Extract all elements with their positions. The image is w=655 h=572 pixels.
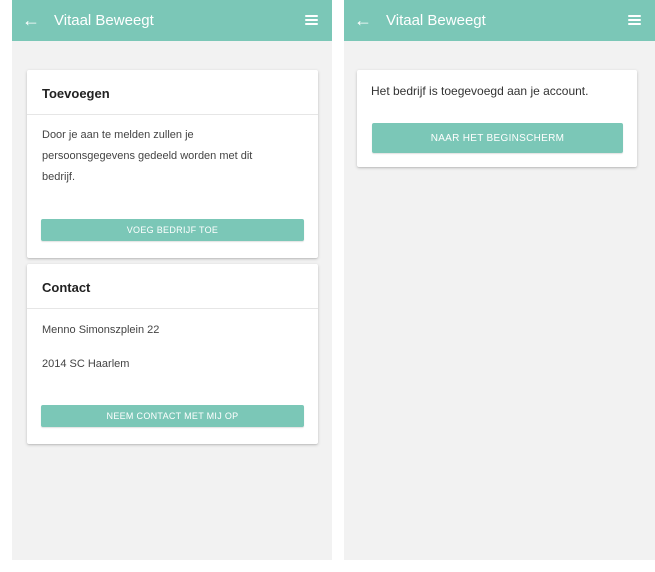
add-company-screen: ← Vitaal Beweegt Toevoegen Door je aan t…	[12, 0, 332, 560]
address: Menno Simonszplein 22 2014 SC Haarlem	[27, 309, 318, 375]
home-screen-button[interactable]: NAAR HET BEGINSCHERM	[372, 123, 623, 153]
confirmation-screen: ← Vitaal Beweegt Het bedrijf is toegevoe…	[344, 0, 655, 560]
add-company-card: Toevoegen Door je aan te melden zullen j…	[27, 70, 318, 258]
app-title: Vitaal Beweegt	[386, 12, 486, 29]
card-title: Contact	[27, 264, 318, 309]
confirmation-card: Het bedrijf is toegevoegd aan je account…	[357, 70, 637, 167]
address-line: Menno Simonszplein 22	[42, 324, 160, 336]
card-title: Toevoegen	[27, 70, 318, 115]
consent-text: Door je aan te melden zullen je persoons…	[42, 129, 253, 183]
app-bar: ← Vitaal Beweegt	[344, 0, 655, 41]
confirmation-message: Het bedrijf is toegevoegd aan je account…	[371, 84, 589, 98]
hamburger-menu-icon[interactable]	[305, 15, 318, 25]
contact-card: Contact Menno Simonszplein 22 2014 SC Ha…	[27, 264, 318, 444]
address-line: 2014 SC Haarlem	[42, 358, 130, 370]
hamburger-menu-icon[interactable]	[628, 15, 641, 25]
arrow-left-icon: ←	[22, 10, 40, 30]
back-button[interactable]: ←	[14, 10, 48, 31]
back-button[interactable]: ←	[346, 10, 380, 31]
contact-me-button[interactable]: NEEM CONTACT MET MIJ OP	[41, 405, 304, 427]
app-title: Vitaal Beweegt	[54, 12, 154, 29]
app-bar: ← Vitaal Beweegt	[12, 0, 332, 41]
add-company-button[interactable]: VOEG BEDRIJF TOE	[41, 219, 304, 241]
arrow-left-icon: ←	[354, 10, 372, 30]
